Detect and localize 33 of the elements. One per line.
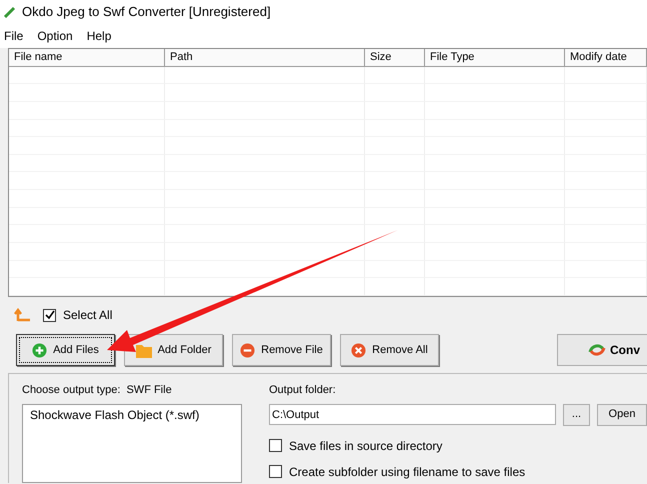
option-label: Create subfolder using filename to save files [289,464,526,480]
convert-icon [588,342,606,358]
checkbox[interactable] [269,465,282,478]
browse-button[interactable]: ... [563,404,590,426]
output-type-label: Choose output type: [22,383,120,398]
output-type-value: SWF File [126,383,172,398]
option-label: Save files in source directory [289,438,442,454]
window-title: Okdo Jpeg to Swf Converter [Unregistered] [22,3,271,22]
remove-file-button[interactable]: Remove File [232,334,331,366]
menu-item[interactable]: File [4,27,24,45]
menu-item[interactable]: Help [86,27,112,45]
minus-icon [240,342,256,358]
menu-item[interactable]: Option [37,27,73,45]
plus-icon [32,342,48,358]
output-folder-field[interactable]: C:\Output [269,404,556,425]
close-icon [351,342,366,358]
output-folder-label: Output folder: [269,383,337,398]
app-icon [4,6,16,18]
column-header[interactable]: Modify date [565,49,647,66]
list-item[interactable]: Shockwave Flash Object (*.swf) [23,404,241,424]
add-folder-button[interactable]: Add Folder [124,334,223,366]
checkbox[interactable] [43,308,56,322]
add-files-button[interactable]: Add Files [16,334,115,366]
column-header[interactable]: Path [165,49,365,66]
column-header[interactable]: File Type [425,49,565,66]
open-button[interactable]: Open [597,404,647,426]
column-header[interactable]: Size [365,49,425,66]
select-all-label: Select All [63,307,112,324]
folder-icon [136,342,152,358]
column-header[interactable]: File name [9,49,165,66]
remove-all-button[interactable]: Remove All [340,334,439,366]
convert-button[interactable]: Conv [557,334,647,366]
checkbox[interactable] [269,439,282,452]
